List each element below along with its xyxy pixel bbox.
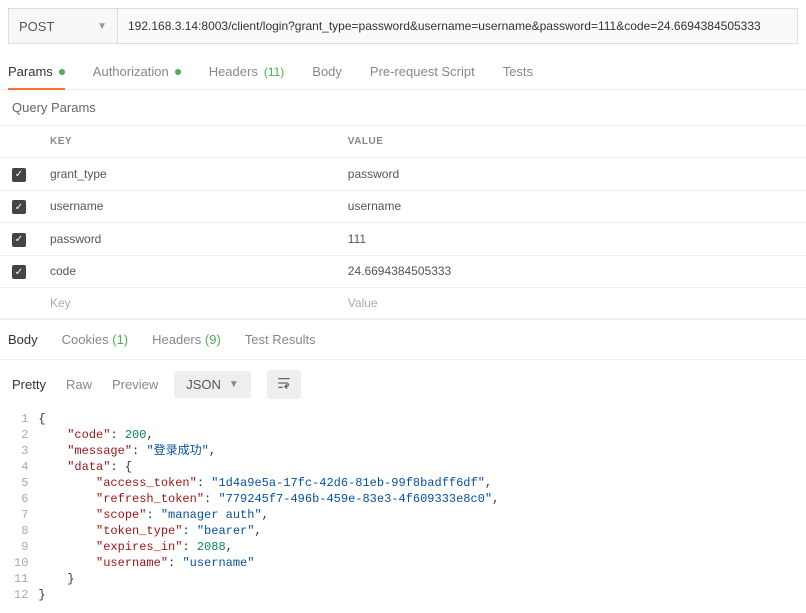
new-key-input[interactable]: Key — [38, 288, 336, 319]
param-value[interactable]: 24.6694384505333 — [336, 255, 806, 288]
table-row: ✓ usernameusername — [0, 190, 806, 223]
col-key: KEY — [38, 126, 336, 158]
url-text: 192.168.3.14:8003/client/login?grant_typ… — [128, 19, 761, 33]
tab-prerequest[interactable]: Pre-request Script — [370, 52, 475, 89]
wrap-lines-icon[interactable] — [267, 370, 301, 399]
checkbox-icon[interactable]: ✓ — [12, 265, 26, 279]
view-pretty[interactable]: Pretty — [12, 377, 46, 392]
chevron-down-icon: ▼ — [229, 379, 239, 390]
tab-tests[interactable]: Tests — [503, 52, 533, 89]
param-key[interactable]: username — [38, 190, 336, 223]
checkbox-icon[interactable]: ✓ — [12, 168, 26, 182]
response-toolbar: Pretty Raw Preview JSON▼ — [0, 360, 806, 409]
url-input[interactable]: 192.168.3.14:8003/client/login?grant_typ… — [118, 8, 798, 44]
param-value[interactable]: username — [336, 190, 806, 223]
col-check — [0, 126, 38, 158]
param-value[interactable]: 111 — [336, 223, 806, 256]
table-row: ✓ code24.6694384505333 — [0, 255, 806, 288]
tab-authorization[interactable]: Authorization — [93, 52, 181, 89]
param-key[interactable]: password — [38, 223, 336, 256]
response-body: 123456789101112 { "code": 200, "message"… — [0, 409, 806, 613]
response-tab-headers[interactable]: Headers (9) — [152, 332, 221, 347]
response-tab-tests[interactable]: Test Results — [245, 332, 316, 347]
query-params-title: Query Params — [0, 90, 806, 125]
tab-params[interactable]: Params — [8, 52, 65, 89]
tab-headers[interactable]: Headers (11) — [209, 52, 285, 89]
view-preview[interactable]: Preview — [112, 377, 158, 392]
http-method-label: POST — [19, 19, 54, 34]
query-params-table: KEY VALUE ✓grant_typepassword✓usernameus… — [0, 125, 806, 319]
request-tabs: Params Authorization Headers (11) Body P… — [0, 52, 806, 90]
response-tabs: Body Cookies (1) Headers (9) Test Result… — [0, 319, 806, 360]
auth-indicator-dot — [175, 69, 181, 75]
request-bar: POST ▼ 192.168.3.14:8003/client/login?gr… — [0, 0, 806, 52]
view-mode-tabs: Pretty Raw Preview — [12, 377, 158, 392]
json-code[interactable]: { "code": 200, "message": "登录成功", "data"… — [38, 409, 499, 605]
checkbox-icon[interactable]: ✓ — [12, 200, 26, 214]
line-gutter: 123456789101112 — [0, 409, 38, 605]
col-value: VALUE — [336, 126, 806, 158]
param-key[interactable]: code — [38, 255, 336, 288]
format-select[interactable]: JSON▼ — [174, 371, 251, 398]
view-raw[interactable]: Raw — [66, 377, 92, 392]
response-tab-body[interactable]: Body — [8, 332, 38, 347]
table-row-new: KeyValue — [0, 288, 806, 319]
params-indicator-dot — [59, 69, 65, 75]
table-row: ✓ grant_typepassword — [0, 158, 806, 191]
chevron-down-icon: ▼ — [97, 21, 107, 32]
param-key[interactable]: grant_type — [38, 158, 336, 191]
new-value-input[interactable]: Value — [336, 288, 806, 319]
tab-body[interactable]: Body — [312, 52, 342, 89]
http-method-select[interactable]: POST ▼ — [8, 8, 118, 44]
checkbox-icon[interactable]: ✓ — [12, 233, 26, 247]
table-row: ✓ password111 — [0, 223, 806, 256]
param-value[interactable]: password — [336, 158, 806, 191]
response-tab-cookies[interactable]: Cookies (1) — [62, 332, 128, 347]
